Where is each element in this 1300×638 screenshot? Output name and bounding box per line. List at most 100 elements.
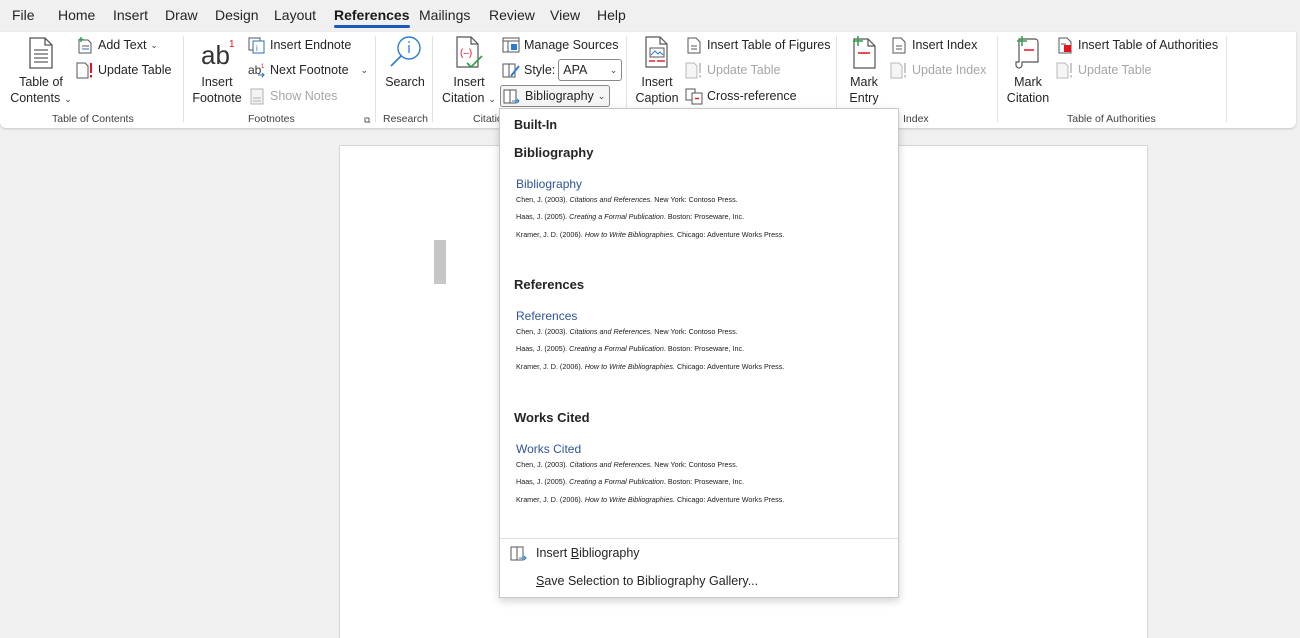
preview-entry: Haas, J. (2005). Creating a Formal Publi… <box>516 477 745 486</box>
update-table-label: Update Table <box>1078 63 1152 77</box>
style-control: Style: APA ⌄ <box>502 59 623 81</box>
group-label-table-of-authorities: Table of Authorities <box>1067 113 1156 125</box>
group-label-footnotes: Footnotes <box>248 113 295 125</box>
cross-reference-label: Cross-reference <box>707 89 797 103</box>
preview-entry: Kramer, J. D. (2006). How to Write Bibli… <box>516 495 785 504</box>
show-notes-button[interactable]: Show Notes <box>248 86 337 106</box>
tab-draw[interactable]: Draw <box>165 7 198 23</box>
insert-table-of-figures-button[interactable]: Insert Table of Figures <box>685 35 830 55</box>
update-index-label: Update Index <box>912 63 987 77</box>
gallery-item-references[interactable]: References Chen, J. (2003). Citations an… <box>504 309 894 389</box>
insert-endnote-icon: i <box>248 36 266 54</box>
mark-entry-button[interactable]: Mark Entry <box>843 34 885 106</box>
svg-text:1: 1 <box>261 64 265 70</box>
section-title-works-cited: Works Cited <box>514 410 590 425</box>
insert-caption-label-1: Insert <box>641 75 673 89</box>
gallery-item-bibliography[interactable]: Bibliography Chen, J. (2003). Citations … <box>504 177 894 257</box>
insert-endnote-button[interactable]: i Insert Endnote <box>248 35 351 55</box>
tab-mailings[interactable]: Mailings <box>419 7 470 23</box>
group-separator <box>183 36 184 122</box>
insert-table-of-figures-label: Insert Table of Figures <box>707 38 831 52</box>
svg-text:1: 1 <box>229 39 235 50</box>
insert-index-label: Insert Index <box>912 38 978 52</box>
insert-table-of-authorities-label: Insert Table of Authorities <box>1078 38 1219 52</box>
save-selection-label: Save Selection to Bibliography Gallery..… <box>536 574 759 588</box>
insert-caption-icon <box>639 34 675 72</box>
mark-citation-button[interactable]: Mark Citation <box>1003 34 1053 106</box>
group-separator <box>432 36 433 122</box>
tab-layout[interactable]: Layout <box>274 7 316 23</box>
style-select[interactable]: APA ⌄ <box>558 59 623 81</box>
insert-index-icon <box>890 36 908 54</box>
manage-sources-button[interactable]: Manage Sources <box>502 35 619 55</box>
next-footnote-button[interactable]: ab 1 Next Footnote ⌄ <box>248 60 368 80</box>
group-separator <box>375 36 376 122</box>
svg-text:(–): (–) <box>460 48 472 59</box>
insert-bibliography-command[interactable]: Insert Bibliography <box>510 544 640 562</box>
table-of-contents-label-1: Table of <box>19 75 63 89</box>
table-of-contents-label-2: Contents ⌄ <box>10 91 72 105</box>
dropdown-divider <box>500 538 898 539</box>
insert-footnote-button[interactable]: ab 1 Insert Footnote <box>190 34 244 106</box>
style-value: APA <box>563 63 588 77</box>
search-label: Search <box>385 75 425 89</box>
insert-caption-button[interactable]: Insert Caption <box>632 34 682 106</box>
mark-citation-icon <box>1010 34 1046 72</box>
preview-entry: Chen, J. (2003). Citations and Reference… <box>516 460 738 469</box>
mark-citation-label-1: Mark <box>1014 75 1042 89</box>
insert-citation-button[interactable]: (–) Insert Citation ⌄ <box>440 34 498 107</box>
bibliography-icon <box>503 87 521 105</box>
save-selection-to-gallery-command[interactable]: Save Selection to Bibliography Gallery..… <box>536 574 758 588</box>
text-cursor-selection <box>434 240 446 284</box>
insert-footnote-label-1: Insert <box>201 75 233 89</box>
mark-entry-icon <box>846 34 882 72</box>
insert-index-button[interactable]: Insert Index <box>890 35 977 55</box>
bibliography-button[interactable]: Bibliography ⌄ <box>500 85 611 107</box>
chevron-down-icon: ⌄ <box>609 64 618 75</box>
cross-reference-button[interactable]: Cross-reference <box>685 86 797 106</box>
update-table-figures-button[interactable]: Update Table <box>685 60 780 80</box>
group-label-research: Research <box>383 113 428 125</box>
preview-entry: Haas, J. (2005). Creating a Formal Publi… <box>516 344 745 353</box>
insert-footnote-label-2: Footnote <box>192 91 242 105</box>
add-text-button[interactable]: Add Text ⌄ <box>76 35 158 55</box>
style-brush-icon <box>502 61 520 79</box>
tab-review[interactable]: Review <box>489 7 535 23</box>
style-label: Style: <box>524 63 556 77</box>
update-table-toc-button[interactable]: Update Table <box>76 60 171 80</box>
update-table-icon <box>1056 61 1074 79</box>
tab-file[interactable]: File <box>12 7 35 23</box>
update-index-icon <box>890 61 908 79</box>
mark-citation-label-2: Citation <box>1006 91 1050 105</box>
section-title-bibliography: Bibliography <box>514 145 594 160</box>
update-index-button[interactable]: Update Index <box>890 60 986 80</box>
table-of-contents-icon <box>23 34 59 72</box>
footnotes-dialog-launcher-icon[interactable]: ⧉ <box>364 115 370 126</box>
tab-design[interactable]: Design <box>215 7 259 23</box>
insert-citation-icon: (–) <box>451 34 487 72</box>
tab-help[interactable]: Help <box>597 7 626 23</box>
insert-footnote-icon: ab 1 <box>199 34 235 72</box>
tab-references[interactable]: References <box>334 7 410 28</box>
update-table-icon <box>76 61 94 79</box>
gallery-item-works-cited[interactable]: Works Cited Chen, J. (2003). Citations a… <box>504 442 894 522</box>
insert-citation-label-2: Citation ⌄ <box>442 91 496 105</box>
table-of-contents-button[interactable]: Table of Contents ⌄ <box>10 34 72 107</box>
mark-entry-label-2: Entry <box>849 91 879 105</box>
next-footnote-icon: ab 1 <box>248 61 266 79</box>
insert-table-of-authorities-button[interactable]: Insert Table of Authorities <box>1056 35 1218 55</box>
tab-home[interactable]: Home <box>58 7 95 23</box>
manage-sources-icon <box>502 36 520 54</box>
table-of-authorities-icon <box>1056 36 1074 54</box>
dropdown-header-built-in: Built-In <box>514 118 558 132</box>
update-table-authorities-button[interactable]: Update Table <box>1056 60 1151 80</box>
tab-view[interactable]: View <box>550 7 580 23</box>
insert-endnote-label: Insert Endnote <box>270 38 352 52</box>
show-notes-label: Show Notes <box>270 89 338 103</box>
group-separator <box>997 36 998 122</box>
chevron-down-icon[interactable]: ⌄ <box>361 65 369 76</box>
search-button[interactable]: Search <box>383 34 427 90</box>
bibliography-icon <box>510 544 528 562</box>
insert-citation-label-1: Insert <box>453 75 485 89</box>
tab-insert[interactable]: Insert <box>113 7 148 23</box>
